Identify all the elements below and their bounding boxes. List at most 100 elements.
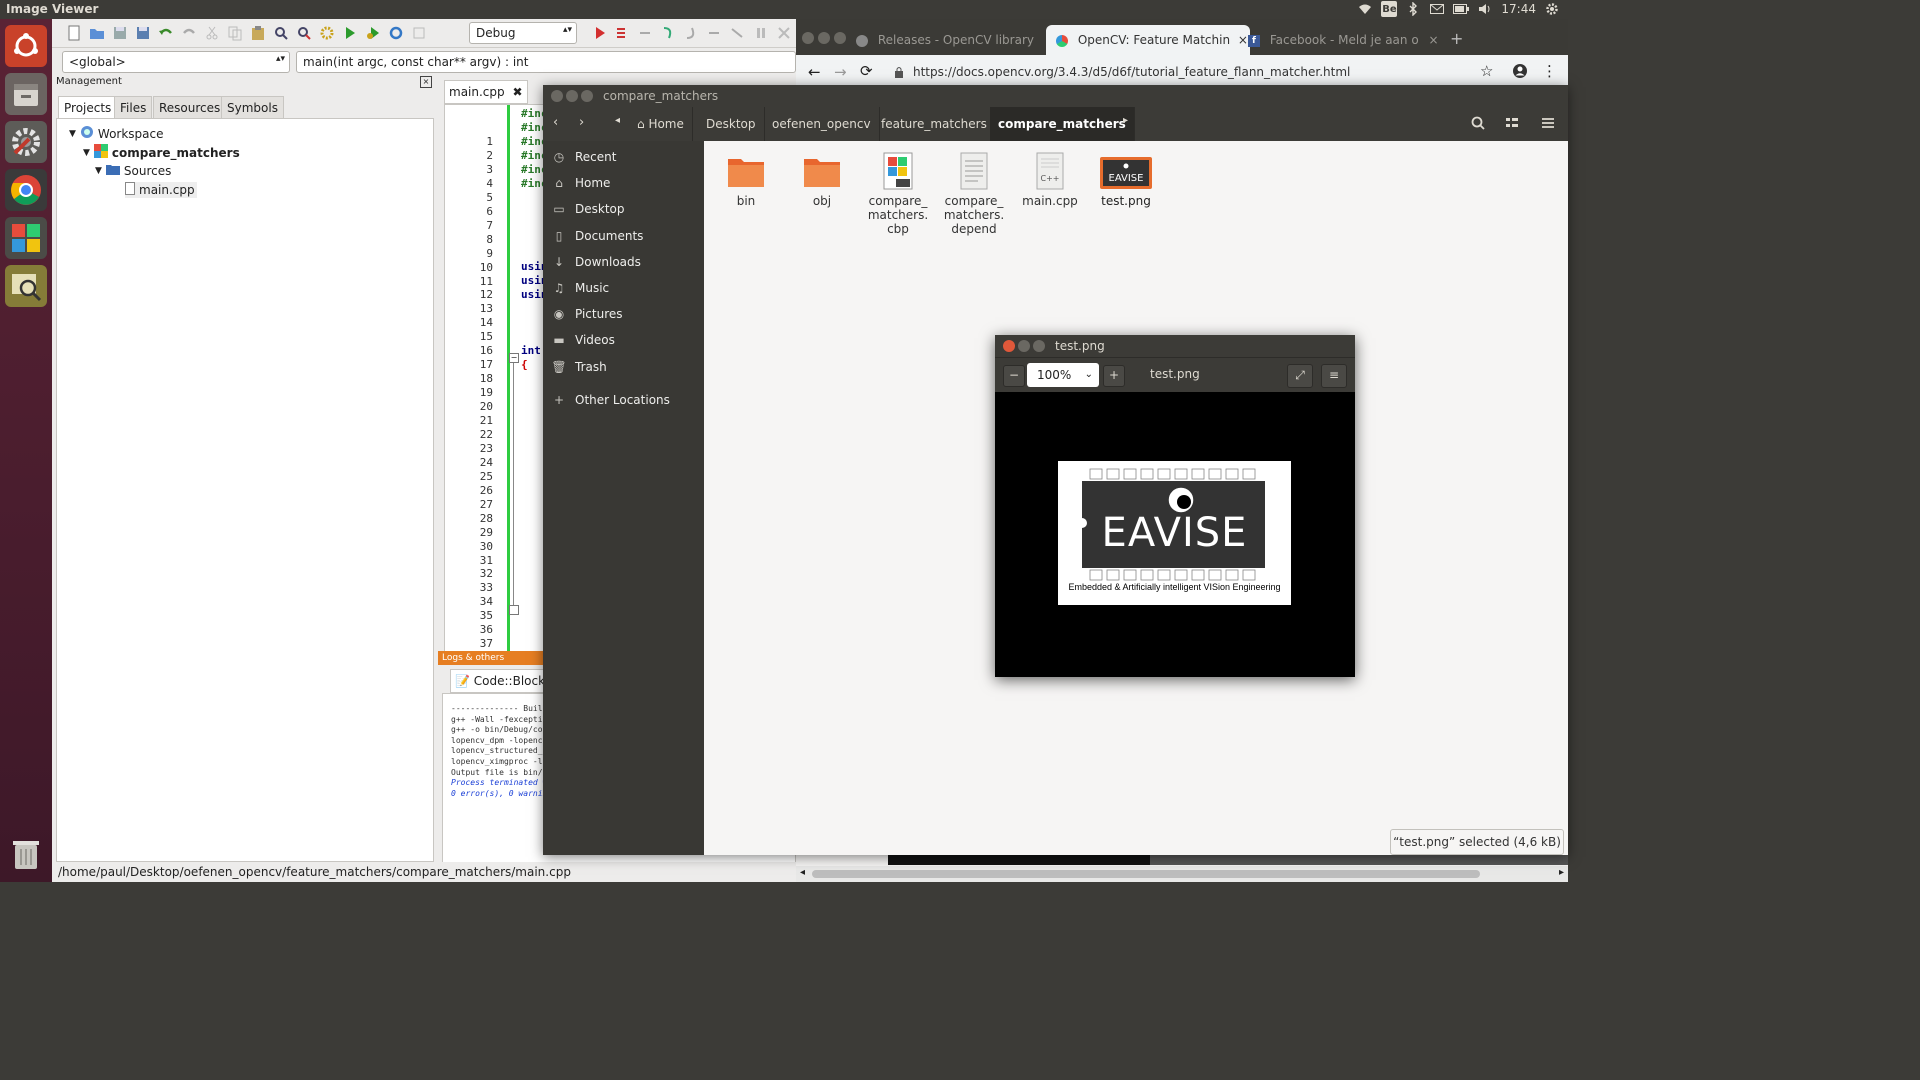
file-item-test-png[interactable]: EAVISE test.png: [1091, 151, 1161, 208]
chromium-icon[interactable]: [5, 169, 47, 211]
save-icon[interactable]: [112, 25, 128, 41]
rebuild-icon[interactable]: [388, 25, 404, 41]
profile-icon[interactable]: [1512, 63, 1528, 82]
close-tab-icon[interactable]: ×: [1238, 33, 1248, 47]
close-window-icon[interactable]: [551, 90, 563, 102]
scrollbar-thumb[interactable]: [812, 870, 1480, 878]
new-tab-icon[interactable]: +: [1450, 29, 1463, 48]
close-window-icon[interactable]: [802, 32, 814, 44]
chrome-menu-icon[interactable]: ⋮: [1542, 62, 1557, 80]
codeblocks-icon[interactable]: [5, 217, 47, 259]
zoom-in-icon[interactable]: +: [1103, 365, 1125, 387]
step-out-icon[interactable]: [684, 25, 700, 41]
collapse-arrow-icon[interactable]: ▼: [95, 166, 102, 176]
debug-start-icon[interactable]: [592, 25, 608, 41]
path-right-arrow-icon[interactable]: ▸: [1123, 115, 1128, 126]
bluetooth-icon[interactable]: [1405, 1, 1421, 17]
run-to-cursor-icon[interactable]: [615, 25, 631, 41]
tab-opencv-feature-matching[interactable]: OpenCV: Feature Matchin ×: [1046, 25, 1250, 55]
scroll-right-icon[interactable]: ▸: [1559, 867, 1564, 878]
pause-icon[interactable]: [753, 25, 769, 41]
crumb-desktop[interactable]: Desktop: [698, 107, 765, 141]
find-icon[interactable]: [273, 25, 289, 41]
tab-build-log[interactable]: 📝 Code::Blocks: [450, 669, 557, 693]
stop-debug-icon[interactable]: [776, 25, 792, 41]
fullscreen-icon[interactable]: ⤢: [1287, 364, 1313, 388]
tab-files[interactable]: Files: [114, 96, 153, 119]
sidebar-item-downloads[interactable]: ↓ Downloads: [543, 249, 704, 275]
new-file-icon[interactable]: [66, 25, 82, 41]
minimize-window-icon[interactable]: [566, 90, 578, 102]
collapse-arrow-icon[interactable]: ▼: [69, 129, 76, 139]
displayed-image[interactable]: EAVISE Embedded & Artificially intellige…: [1058, 461, 1291, 605]
scope-select[interactable]: <global> ▴▾: [62, 51, 290, 73]
step-instruction-icon[interactable]: [730, 25, 746, 41]
cut-icon[interactable]: [204, 25, 220, 41]
paste-icon[interactable]: [250, 25, 266, 41]
sidebar-item-documents[interactable]: ▯ Documents: [543, 223, 704, 249]
minimize-window-icon[interactable]: [1018, 340, 1030, 352]
crumb-compare-matchers[interactable]: compare_matchers: [990, 107, 1135, 141]
undo-icon[interactable]: [158, 25, 174, 41]
forward-icon[interactable]: ›: [579, 115, 584, 130]
maximize-window-icon[interactable]: [581, 90, 593, 102]
run-icon[interactable]: [342, 25, 358, 41]
bookmark-star-icon[interactable]: ☆: [1480, 62, 1493, 80]
file-item-main-cpp[interactable]: C++ main.cpp: [1015, 151, 1085, 208]
close-tab-icon[interactable]: ×: [1429, 33, 1439, 47]
tab-projects[interactable]: Projects: [58, 96, 118, 119]
sidebar-item-other-locations[interactable]: + Other Locations: [543, 387, 704, 413]
search-icon[interactable]: [1471, 116, 1485, 133]
forward-icon[interactable]: →: [834, 63, 847, 81]
step-into-icon[interactable]: [661, 25, 677, 41]
view-options-icon[interactable]: [1505, 116, 1519, 133]
build-and-run-icon[interactable]: [365, 25, 381, 41]
sidebar-item-music[interactable]: ♫ Music: [543, 275, 704, 301]
lock-icon[interactable]: [894, 66, 904, 81]
sidebar-item-pictures[interactable]: ◉ Pictures: [543, 301, 704, 327]
system-settings-icon[interactable]: [5, 121, 47, 163]
sidebar-item-recent[interactable]: ◷ Recent: [543, 144, 704, 170]
sidebar-item-trash[interactable]: 🗑 Trash: [543, 354, 704, 380]
next-line-icon[interactable]: [638, 25, 654, 41]
maximize-window-icon[interactable]: [1033, 340, 1045, 352]
tab-resources[interactable]: Resources: [153, 96, 227, 119]
back-icon[interactable]: ←: [808, 63, 821, 81]
image-viewer-icon[interactable]: [5, 265, 47, 307]
keyboard-layout-indicator[interactable]: Be: [1381, 1, 1398, 17]
files-launcher-icon[interactable]: [5, 73, 47, 115]
zoom-level-combo[interactable]: 100% ⌄: [1027, 363, 1099, 387]
chevron-down-icon[interactable]: ⌄: [1085, 363, 1093, 387]
maximize-window-icon[interactable]: [834, 32, 846, 44]
back-icon[interactable]: ‹: [553, 115, 558, 130]
path-left-arrow-icon[interactable]: ◂: [615, 115, 620, 126]
function-select[interactable]: main(int argc, const char** argv) : int: [296, 51, 796, 73]
collapse-arrow-icon[interactable]: ▼: [83, 148, 90, 158]
sidebar-item-desktop[interactable]: ▭ Desktop: [543, 196, 704, 222]
tab-symbols[interactable]: Symbols: [221, 96, 284, 119]
volume-icon[interactable]: [1477, 1, 1493, 17]
tree-project[interactable]: ▼ compare_matchers: [83, 144, 240, 161]
tab-facebook[interactable]: f Facebook - Meld je aan o ×: [1248, 25, 1440, 55]
open-file-icon[interactable]: [89, 25, 105, 41]
build-target-select[interactable]: Debug ▴▾: [469, 22, 577, 44]
trash-launcher-icon[interactable]: [5, 833, 47, 875]
crumb-home[interactable]: ⌂ Home: [629, 107, 693, 141]
minimize-window-icon[interactable]: [818, 32, 830, 44]
close-panel-icon[interactable]: ×: [420, 76, 432, 88]
tab-opencv-releases[interactable]: Releases - OpenCV library ×: [856, 25, 1042, 55]
zoom-out-icon[interactable]: −: [1003, 365, 1025, 387]
hamburger-menu-icon[interactable]: ≡: [1321, 364, 1347, 388]
editor-tab-main-cpp[interactable]: main.cpp ✖: [444, 80, 528, 104]
mail-icon[interactable]: [1429, 1, 1445, 17]
dash-home-icon[interactable]: [5, 25, 47, 67]
tree-file-main-cpp[interactable]: main.cpp: [125, 182, 197, 198]
file-item-compare-matchers-depend[interactable]: compare_ matchers. depend: [939, 151, 1009, 236]
sidebar-item-videos[interactable]: ▬ Videos: [543, 327, 704, 353]
file-item-bin[interactable]: bin: [711, 151, 781, 208]
close-window-icon[interactable]: [1003, 340, 1015, 352]
scroll-left-icon[interactable]: ◂: [800, 867, 805, 878]
tree-sources-folder[interactable]: ▼ Sources: [95, 163, 171, 178]
abort-icon[interactable]: [411, 25, 427, 41]
crumb-oefenen-opencv[interactable]: oefenen_opencv: [764, 107, 880, 141]
